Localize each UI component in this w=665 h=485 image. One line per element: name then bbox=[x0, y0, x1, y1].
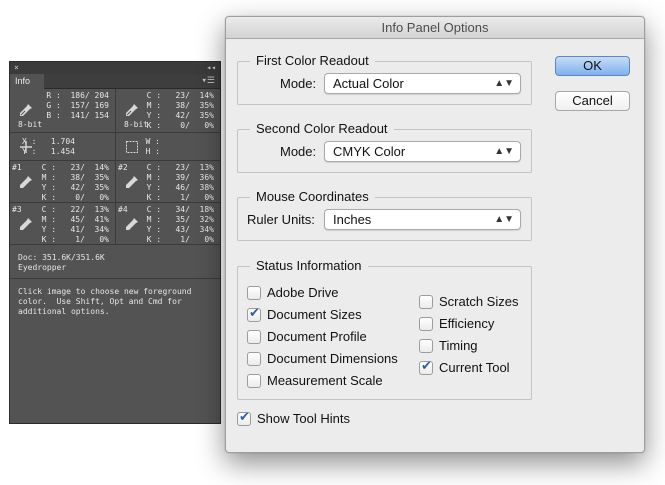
rgb-readout: R : 186/ 204 G : 157/ 169 B : 141/ 154 8… bbox=[10, 89, 115, 132]
adobe-drive-checkbox[interactable]: Adobe Drive bbox=[247, 285, 339, 301]
checkbox-box[interactable] bbox=[247, 374, 261, 388]
sampler-values: C : 23/ 14% M : 38/ 35% Y : 42/ 35% K : … bbox=[41, 163, 109, 202]
checkbox-box[interactable] bbox=[247, 306, 261, 322]
bit-depth-label: 8-bit bbox=[124, 120, 149, 129]
checkbox-label: Scratch Sizes bbox=[439, 294, 519, 309]
panel-tabbar: Info ▾☰ bbox=[10, 74, 220, 89]
color-sampler-icon bbox=[20, 218, 32, 230]
select-value: CMYK Color bbox=[333, 144, 406, 159]
document-profile-checkbox[interactable]: Document Profile bbox=[247, 329, 367, 345]
document-dimensions-checkbox[interactable]: Document Dimensions bbox=[247, 351, 398, 367]
checkbox-label: Document Sizes bbox=[267, 307, 362, 322]
cmyk-values: C : 23/ 14% M : 38/ 35% Y : 42/ 35% K : … bbox=[146, 91, 214, 130]
select-value: Inches bbox=[333, 212, 372, 227]
eyedropper-icon bbox=[20, 104, 32, 116]
document-sizes-checkbox[interactable]: Document Sizes bbox=[247, 306, 362, 323]
sampler-values: C : 22/ 13% M : 45/ 41% Y : 41/ 34% K : … bbox=[41, 205, 109, 244]
checkbox-label: Adobe Drive bbox=[267, 285, 339, 300]
bit-depth-label: 8-bit bbox=[18, 120, 43, 129]
status-info: Doc: 351.6K/351.6K Eyedropper bbox=[10, 245, 220, 279]
eyedropper-icon bbox=[126, 104, 138, 116]
panel-collapse-button[interactable]: ◂◂ bbox=[206, 62, 216, 74]
checkbox-label: Timing bbox=[439, 338, 478, 353]
checkbox-label: Show Tool Hints bbox=[257, 411, 350, 426]
group-legend: Mouse Coordinates bbox=[250, 189, 375, 205]
sampler-values: C : 34/ 18% M : 35/ 32% Y : 43/ 34% K : … bbox=[146, 205, 214, 244]
wh-readout: W : H : bbox=[115, 133, 220, 160]
checkbox-label: Document Dimensions bbox=[267, 351, 398, 366]
color-sampler-icon bbox=[126, 176, 138, 188]
group-legend: Second Color Readout bbox=[250, 121, 394, 137]
color-sampler-icon bbox=[20, 176, 32, 188]
second-color-readout-group: Second Color Readout Mode: CMYK Color ▲▼ bbox=[237, 121, 532, 173]
checkbox-label: Efficiency bbox=[439, 316, 495, 331]
rgb-values: R : 186/ 204 G : 157/ 169 B : 141/ 154 bbox=[46, 91, 109, 120]
measurement-scale-checkbox[interactable]: Measurement Scale bbox=[247, 373, 383, 389]
checkbox-label: Current Tool bbox=[439, 360, 510, 375]
show-tool-hints-checkbox[interactable]: Show Tool Hints bbox=[237, 410, 350, 427]
ruler-units-label: Ruler Units: bbox=[247, 212, 315, 227]
checkbox-box[interactable] bbox=[419, 295, 433, 309]
cmyk-readout: C : 23/ 14% M : 38/ 35% Y : 42/ 35% K : … bbox=[115, 89, 220, 132]
info-panel-options-dialog: Info Panel Options OK Cancel First Color… bbox=[225, 16, 645, 453]
color-sampler-2: #2 C : 23/ 13% M : 39/ 36% Y : 46/ 38% K… bbox=[115, 161, 220, 202]
second-mode-select[interactable]: CMYK Color ▲▼ bbox=[324, 141, 521, 162]
tab-info[interactable]: Info bbox=[10, 74, 44, 89]
checkbox-box[interactable] bbox=[247, 352, 261, 366]
sample-row-1: #1 C : 23/ 14% M : 38/ 35% Y : 42/ 35% K… bbox=[10, 161, 220, 203]
checkbox-box[interactable] bbox=[237, 410, 251, 426]
dialog-title: Info Panel Options bbox=[226, 17, 644, 39]
color-sampler-icon bbox=[126, 218, 138, 230]
color-sampler-3: #3 C : 22/ 13% M : 45/ 41% Y : 41/ 34% K… bbox=[10, 203, 115, 244]
panel-menu-icon[interactable]: ▾☰ bbox=[202, 76, 216, 86]
xy-readout: X : 1.704 Y : 1.454 bbox=[10, 133, 115, 160]
sampler-number: #3 bbox=[12, 205, 22, 214]
checkbox-box[interactable] bbox=[419, 317, 433, 331]
sampler-number: #2 bbox=[118, 163, 128, 172]
selection-size-icon bbox=[126, 141, 138, 153]
efficiency-checkbox[interactable]: Efficiency bbox=[419, 316, 494, 332]
checkbox-box[interactable] bbox=[247, 286, 261, 300]
checkbox-label: Document Profile bbox=[267, 329, 367, 344]
color-sampler-1: #1 C : 23/ 14% M : 38/ 35% Y : 42/ 35% K… bbox=[10, 161, 115, 202]
first-mode-select[interactable]: Actual Color ▲▼ bbox=[324, 73, 521, 94]
ok-button[interactable]: OK bbox=[555, 56, 630, 76]
current-tool-checkbox[interactable]: Current Tool bbox=[419, 359, 510, 376]
mode-label: Mode: bbox=[280, 76, 317, 91]
group-legend: First Color Readout bbox=[250, 53, 375, 69]
sampler-number: #4 bbox=[118, 205, 128, 214]
select-arrows-icon: ▲▼ bbox=[494, 214, 514, 225]
info-panel: × ◂◂ Info ▾☰ R : 186/ 204 G : 157/ 169 B… bbox=[9, 61, 221, 424]
current-tool-readout: Eyedropper bbox=[18, 263, 67, 272]
wh-values: W : H : bbox=[145, 137, 160, 156]
scratch-sizes-checkbox[interactable]: Scratch Sizes bbox=[419, 294, 518, 310]
color-sampler-4: #4 C : 34/ 18% M : 35/ 32% Y : 43/ 34% K… bbox=[115, 203, 220, 244]
coordinates-row: X : 1.704 Y : 1.454 W : H : bbox=[10, 133, 220, 161]
select-arrows-icon: ▲▼ bbox=[494, 146, 514, 157]
document-size-readout: Doc: 351.6K/351.6K bbox=[18, 253, 105, 262]
color-readout-row: R : 186/ 204 G : 157/ 169 B : 141/ 154 8… bbox=[10, 89, 220, 133]
panel-close-button[interactable]: × bbox=[14, 62, 19, 74]
select-arrows-icon: ▲▼ bbox=[494, 78, 514, 89]
select-value: Actual Color bbox=[333, 76, 404, 91]
ruler-units-select[interactable]: Inches ▲▼ bbox=[324, 209, 521, 230]
checkbox-box[interactable] bbox=[419, 359, 433, 375]
timing-checkbox[interactable]: Timing bbox=[419, 338, 478, 354]
sampler-values: C : 23/ 13% M : 39/ 36% Y : 46/ 38% K : … bbox=[146, 163, 214, 202]
first-color-readout-group: First Color Readout Mode: Actual Color ▲… bbox=[237, 53, 532, 105]
checkbox-box[interactable] bbox=[419, 339, 433, 353]
sampler-number: #1 bbox=[12, 163, 22, 172]
panel-titlebar: × ◂◂ bbox=[10, 62, 220, 74]
tool-hint-text: Click image to choose new foreground col… bbox=[18, 287, 192, 316]
cancel-button[interactable]: Cancel bbox=[555, 91, 630, 111]
sample-row-2: #3 C : 22/ 13% M : 45/ 41% Y : 41/ 34% K… bbox=[10, 203, 220, 245]
checkbox-label: Measurement Scale bbox=[267, 373, 383, 388]
xy-values: X : 1.704 Y : 1.454 bbox=[22, 137, 75, 156]
checkbox-box[interactable] bbox=[247, 330, 261, 344]
group-legend: Status Information bbox=[250, 258, 368, 274]
mode-label: Mode: bbox=[280, 144, 317, 159]
status-information-group: Status Information Adobe Drive Document … bbox=[237, 258, 532, 400]
mouse-coordinates-group: Mouse Coordinates Ruler Units: Inches ▲▼ bbox=[237, 189, 532, 241]
